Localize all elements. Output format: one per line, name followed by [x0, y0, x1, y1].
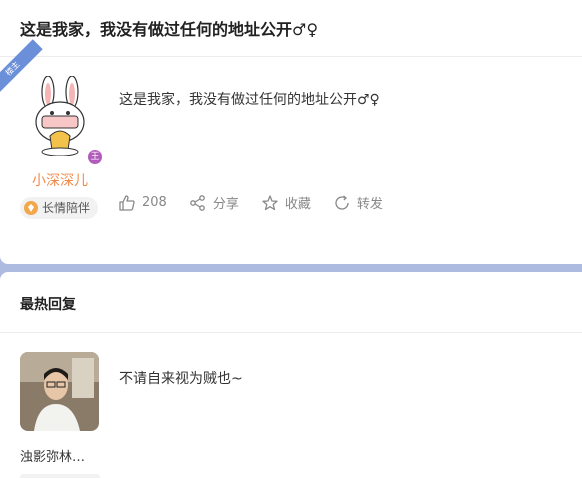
- divider: [0, 56, 582, 57]
- thumbs-up-icon: [119, 194, 135, 211]
- like-count: 208: [142, 195, 167, 210]
- reply-avatar[interactable]: [20, 352, 99, 431]
- reply-body: 不请自来视为贼也~: [119, 371, 243, 387]
- star-icon: [262, 194, 278, 210]
- user-tag-label: 长情陪伴: [42, 201, 91, 215]
- bunny-avatar-icon[interactable]: [20, 76, 100, 156]
- post-title: 这是我家，我没有做过任何的地址公开♂♀: [20, 20, 319, 39]
- user-tag: 长情陪伴: [20, 197, 99, 219]
- forward-icon: [335, 194, 349, 210]
- reply-author-name[interactable]: 浊影弥林…: [20, 446, 85, 465]
- diamond-icon: [24, 201, 38, 215]
- divider: [0, 332, 582, 333]
- share-button[interactable]: 分享: [189, 193, 239, 212]
- vip-badge: 王: [86, 148, 104, 166]
- hot-replies-heading: 最热回复: [20, 297, 76, 313]
- post-body: 这是我家，我没有做过任何的地址公开♂♀: [119, 92, 380, 108]
- share-icon: [189, 194, 205, 211]
- forward-button[interactable]: 转发: [333, 193, 383, 212]
- post-card: 这是我家，我没有做过任何的地址公开♂♀ 楼主 王 小深深儿 长情陪伴 这是我家，…: [0, 0, 582, 264]
- hot-replies-card: 最热回复 不请自来视为贼也~ 浊影弥林…: [0, 272, 582, 478]
- reply-user-tag: [20, 474, 100, 478]
- share-label: 分享: [212, 197, 239, 212]
- author-name[interactable]: 小深深儿: [32, 170, 88, 190]
- like-button[interactable]: 208: [118, 194, 167, 212]
- favorite-label: 收藏: [284, 197, 311, 212]
- post-actions: 208 分享 收藏 转发: [118, 193, 405, 212]
- forward-label: 转发: [356, 197, 383, 212]
- favorite-button[interactable]: 收藏: [261, 193, 311, 212]
